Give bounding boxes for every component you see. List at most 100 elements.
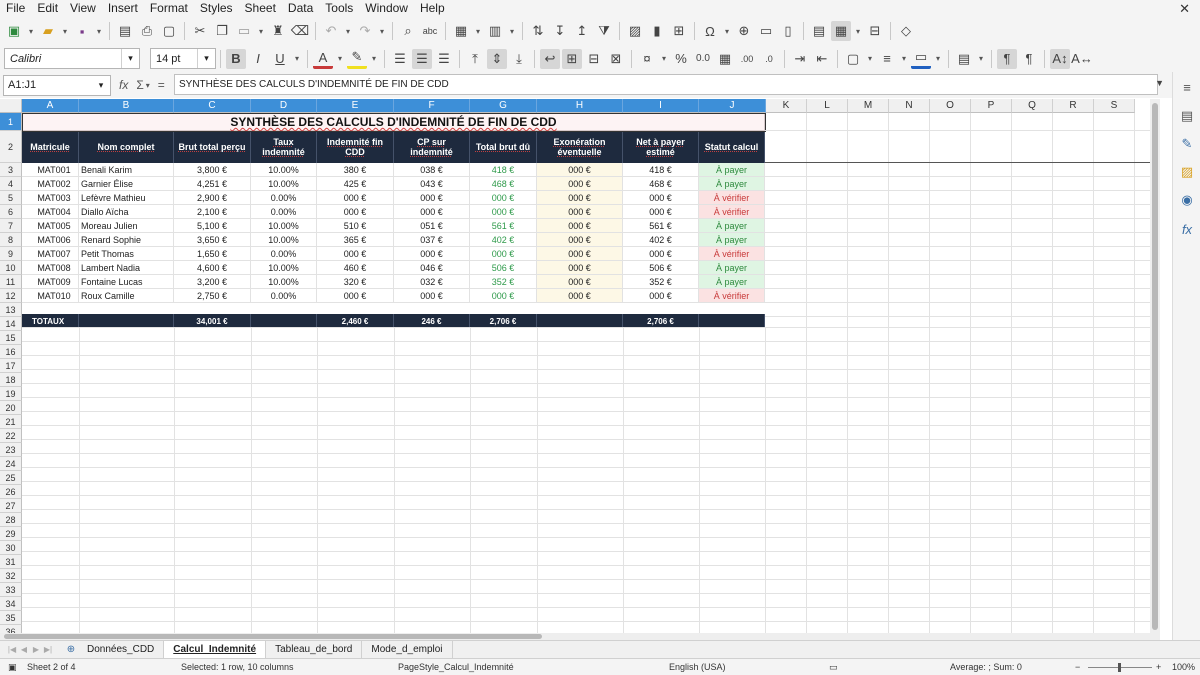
matricule-cell[interactable]: MAT001 [22,163,79,177]
font-color-icon[interactable]: A [313,49,333,69]
matricule-cell[interactable]: MAT002 [22,177,79,191]
taux-cell[interactable]: 10.00% [251,275,317,289]
add-sheet-icon[interactable]: ⊕ [64,644,78,655]
chevron-down-icon[interactable]: ▾ [92,76,110,95]
row-header[interactable]: 1 [0,113,22,131]
totals-cell[interactable]: 246 € [394,314,470,328]
menu-format[interactable]: Format [144,0,194,17]
total-brut-cell[interactable]: 418 € [470,163,537,177]
net-cell[interactable]: 468 € [623,177,699,191]
row-header[interactable]: 25 [0,471,22,485]
indemnite-cell[interactable]: 000 € [317,289,394,303]
row-header[interactable]: 11 [0,275,22,289]
horizontal-scroll-thumb[interactable] [4,634,542,639]
totals-cell[interactable] [699,314,765,328]
row-header[interactable]: 24 [0,457,22,471]
cp-cell[interactable]: 043 € [394,177,470,191]
status-cell[interactable]: À payer [699,219,765,233]
status-cell[interactable]: À payer [699,163,765,177]
decrease-indent-icon[interactable]: ⇤ [812,49,832,69]
column-header-p[interactable]: P [971,99,1012,113]
row-header[interactable]: 9 [0,247,22,261]
name-box[interactable]: A1:J1 ▾ [3,74,111,96]
column-header-q[interactable]: Q [1012,99,1053,113]
chevron-down-icon[interactable]: ▾ [197,49,215,68]
matricule-cell[interactable]: MAT008 [22,261,79,275]
exoneration-cell[interactable]: 000 € [537,275,623,289]
print-icon[interactable]: ⎙ [137,21,157,41]
cp-cell[interactable]: 000 € [394,247,470,261]
taux-cell[interactable]: 0.00% [251,289,317,303]
sort-icon[interactable]: ⇅ [528,21,548,41]
row-header[interactable]: 30 [0,541,22,555]
insert-chart-icon[interactable]: ▮ [647,21,667,41]
show-draw-functions-icon[interactable]: ◇ [896,21,916,41]
taux-cell[interactable]: 0.00% [251,247,317,261]
brut-cell[interactable]: 2,100 € [174,205,251,219]
undo-dropdown-icon[interactable]: ▾ [343,21,353,41]
row-header[interactable]: 15 [0,331,22,345]
percent-format-icon[interactable]: % [671,49,691,69]
name-cell[interactable]: Roux Camille [79,289,174,303]
name-cell[interactable]: Benali Karim [79,163,174,177]
total-brut-cell[interactable]: 468 € [470,177,537,191]
name-cell[interactable]: Moreau Julien [79,219,174,233]
name-cell[interactable]: Diallo Aïcha [79,205,174,219]
status-cell[interactable]: À vérifier [699,205,765,219]
column-header-d[interactable]: D [251,99,317,113]
save-dropdown-icon[interactable]: ▾ [94,21,104,41]
exoneration-cell[interactable]: 000 € [537,219,623,233]
special-character-icon[interactable]: Ω [700,21,720,41]
text-direction-horizontal-icon[interactable]: A↕ [1050,48,1070,69]
total-brut-cell[interactable]: 000 € [470,247,537,261]
name-cell[interactable]: Lambert Nadia [79,261,174,275]
column-header-o[interactable]: O [930,99,971,113]
export-pdf-icon[interactable]: ▤ [115,21,135,41]
tab-donnees-cdd[interactable]: Données_CDD [78,641,165,658]
zoom-in-icon[interactable]: + [1156,659,1161,675]
row-header[interactable]: 23 [0,443,22,457]
header-cell[interactable]: Exonération éventuelle [537,131,623,163]
align-left-icon[interactable]: ☰ [390,49,410,69]
menu-edit[interactable]: Edit [31,0,64,17]
wrap-text-icon[interactable]: ↩ [540,48,560,69]
row-header[interactable]: 20 [0,401,22,415]
print-preview-icon[interactable]: ▢ [159,21,179,41]
brut-cell[interactable]: 3,800 € [174,163,251,177]
row-header[interactable]: 31 [0,555,22,569]
total-brut-cell[interactable]: 000 € [470,191,537,205]
redo-icon[interactable]: ↷ [355,21,375,41]
row-header[interactable]: 16 [0,345,22,359]
tab-mode-d-emploi[interactable]: Mode_d_emploi [362,641,453,658]
row-header[interactable]: 29 [0,527,22,541]
define-print-area-icon[interactable]: ▤ [809,21,829,41]
column-header-f[interactable]: F [394,99,470,113]
net-cell[interactable]: 000 € [623,205,699,219]
row-header[interactable]: 21 [0,415,22,429]
unmerge-cells-icon[interactable]: ⊠ [606,49,626,69]
status-cell[interactable]: À vérifier [699,247,765,261]
font-color-dropdown-icon[interactable]: ▾ [335,49,345,69]
total-brut-cell[interactable]: 000 € [470,289,537,303]
cp-cell[interactable]: 000 € [394,191,470,205]
row-dropdown-icon[interactable]: ▾ [473,21,483,41]
menu-sheet[interactable]: Sheet [239,0,282,17]
menu-view[interactable]: View [64,0,102,17]
net-cell[interactable]: 000 € [623,247,699,261]
row-header[interactable]: 12 [0,289,22,303]
menu-insert[interactable]: Insert [102,0,144,17]
properties-icon[interactable]: ▤ [1179,108,1195,124]
sum-dropdown-icon[interactable]: ▾ [146,81,150,90]
sum-summary[interactable]: Average: ; Sum: 0 [950,659,1022,675]
comment-icon[interactable]: ▭ [756,21,776,41]
totals-cell[interactable] [537,314,623,328]
column-header-n[interactable]: N [889,99,930,113]
border-style-dropdown-icon[interactable]: ▾ [899,49,909,69]
indemnite-cell[interactable]: 510 € [317,219,394,233]
select-all-corner[interactable] [0,99,22,113]
borders-dropdown-icon[interactable]: ▾ [865,49,875,69]
status-cell[interactable]: À vérifier [699,289,765,303]
cp-cell[interactable]: 000 € [394,289,470,303]
font-name-box[interactable]: Calibri ▾ [4,48,140,69]
tab-tableau-de-bord[interactable]: Tableau_de_bord [266,641,363,658]
